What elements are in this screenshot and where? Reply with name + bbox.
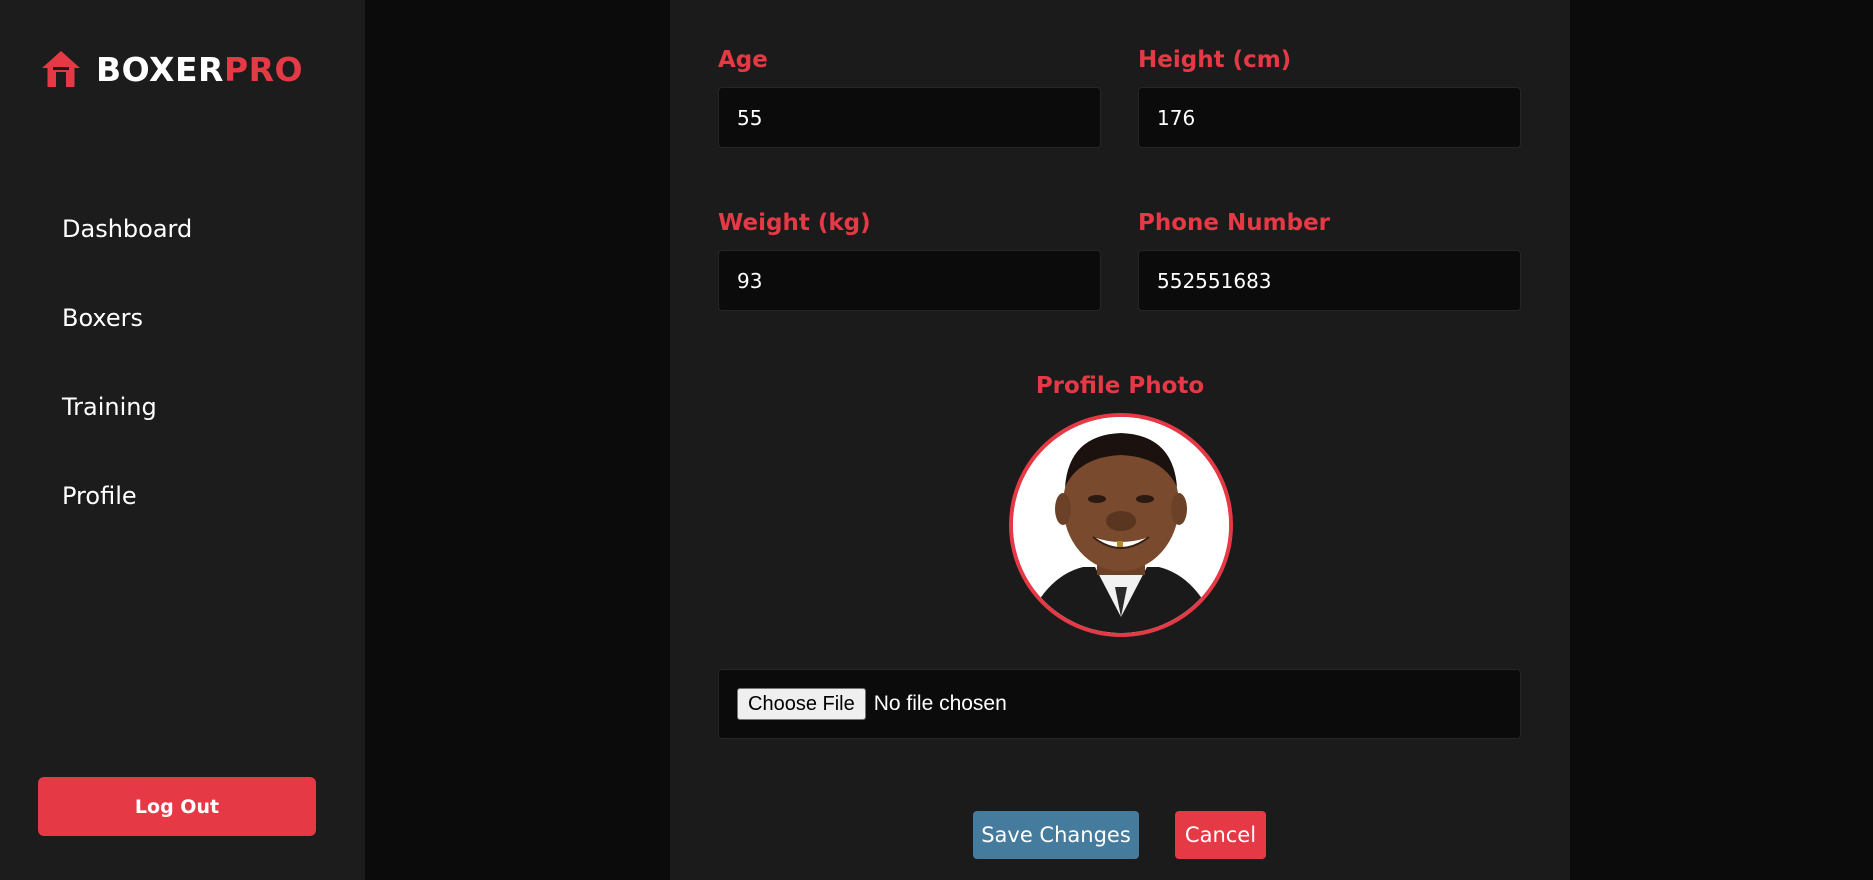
profile-photo-label: Profile Photo bbox=[1035, 373, 1205, 399]
brand-name-part2: PRO bbox=[223, 49, 304, 89]
brand-name-part1: BOXER bbox=[96, 49, 224, 89]
sidebar-item-profile[interactable]: Profile bbox=[62, 474, 192, 563]
brand-name: BOXERPRO bbox=[96, 53, 303, 86]
choose-file-button[interactable]: Choose File bbox=[737, 688, 866, 720]
logout-button[interactable]: Log Out bbox=[38, 777, 316, 836]
age-input[interactable] bbox=[718, 87, 1101, 148]
profile-photo bbox=[1009, 413, 1233, 637]
profile-photo-image bbox=[1013, 417, 1229, 633]
brand-logo[interactable]: BOXERPRO bbox=[40, 48, 303, 90]
sidebar-item-dashboard[interactable]: Dashboard bbox=[62, 207, 192, 296]
weight-input[interactable] bbox=[718, 250, 1101, 311]
weight-label: Weight (kg) bbox=[718, 210, 871, 236]
height-label: Height (cm) bbox=[1138, 47, 1292, 73]
sidebar-item-boxers[interactable]: Boxers bbox=[62, 296, 192, 385]
phone-label: Phone Number bbox=[1138, 210, 1331, 236]
age-label: Age bbox=[718, 47, 768, 73]
cancel-button[interactable]: Cancel bbox=[1175, 811, 1266, 859]
home-icon bbox=[42, 51, 80, 87]
photo-file-input[interactable]: Choose File No file chosen bbox=[718, 669, 1521, 739]
profile-edit-panel: Age Height (cm) Weight (kg) Phone Number… bbox=[670, 0, 1570, 880]
save-changes-button[interactable]: Save Changes bbox=[973, 811, 1139, 859]
sidebar-item-training[interactable]: Training bbox=[62, 385, 192, 474]
sidebar: BOXERPRO Dashboard Boxers Training Profi… bbox=[0, 0, 365, 880]
sidebar-nav: Dashboard Boxers Training Profile bbox=[62, 207, 192, 563]
file-status-text: No file chosen bbox=[873, 692, 1007, 715]
height-input[interactable] bbox=[1138, 87, 1521, 148]
phone-input[interactable] bbox=[1138, 250, 1521, 311]
